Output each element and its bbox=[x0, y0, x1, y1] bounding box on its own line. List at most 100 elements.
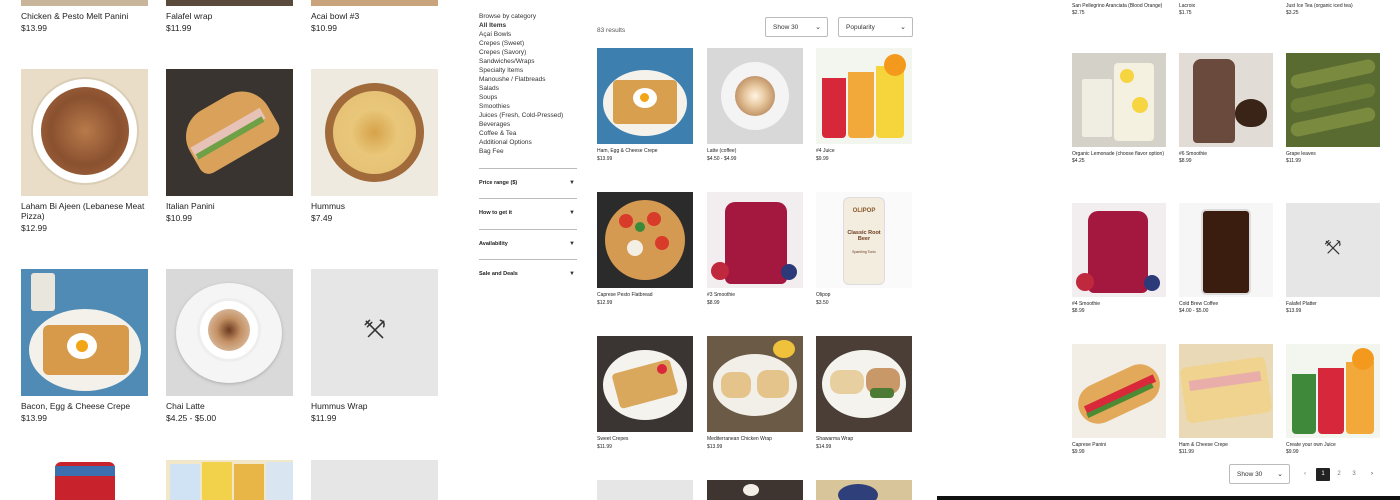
product-image[interactable] bbox=[1072, 203, 1166, 297]
product-name[interactable]: Caprese Pesto Flatbread bbox=[597, 292, 694, 298]
filter-price-range[interactable]: Price range ($) ▼ bbox=[479, 168, 577, 199]
category-item[interactable]: Coffee & Tea bbox=[479, 129, 577, 138]
product-name[interactable]: Shawarma Wrap bbox=[816, 436, 913, 442]
product-image[interactable] bbox=[21, 269, 148, 396]
product-card[interactable]: Falafel Platter $13.99 bbox=[1286, 203, 1381, 314]
product-name[interactable]: #4 Juice bbox=[816, 148, 913, 154]
category-item[interactable]: All Items bbox=[479, 21, 577, 30]
product-name[interactable]: Cold Brew Coffee bbox=[1179, 301, 1274, 307]
product-card[interactable] bbox=[597, 480, 694, 500]
product-card[interactable]: Grape leaves $11.99 bbox=[1286, 53, 1381, 164]
product-card[interactable]: Falafel wrap $11.99 bbox=[166, 0, 294, 33]
page-button-1[interactable]: 1 bbox=[1316, 468, 1330, 481]
category-item[interactable]: Açaí Bowls bbox=[479, 30, 577, 39]
product-name[interactable]: Acai bowl #3 bbox=[311, 11, 439, 21]
product-card[interactable]: Chai Latte $4.25 - $5.00 bbox=[166, 269, 294, 423]
category-item[interactable]: Crepes (Sweet) bbox=[479, 39, 577, 48]
page-button-3[interactable]: 3 bbox=[1347, 468, 1361, 481]
product-card[interactable]: Lacroix $1.75 bbox=[1179, 0, 1274, 16]
product-name[interactable]: Sweet Crepes bbox=[597, 436, 694, 442]
category-item[interactable]: Specialty Items bbox=[479, 66, 577, 75]
product-name[interactable]: Italian Panini bbox=[166, 201, 294, 211]
product-image[interactable] bbox=[311, 0, 438, 6]
product-name[interactable]: #6 Smoothie bbox=[1179, 151, 1274, 157]
product-name[interactable]: Mediterranean Chicken Wrap bbox=[707, 436, 804, 442]
product-card[interactable] bbox=[21, 460, 149, 500]
product-card[interactable]: OLIPOP Classic Root Beer Sparkling Tonic… bbox=[816, 192, 913, 306]
product-image[interactable] bbox=[311, 69, 438, 196]
product-name[interactable]: #3 Smoothie bbox=[707, 292, 804, 298]
product-image[interactable] bbox=[1179, 203, 1273, 297]
product-name[interactable]: San Pellegrino Aranciata (Blood Orange) bbox=[1072, 3, 1167, 9]
product-image[interactable] bbox=[166, 269, 293, 396]
filter-availability[interactable]: Availability ▼ bbox=[479, 229, 577, 260]
product-image[interactable] bbox=[707, 480, 803, 500]
product-card[interactable]: #4 Smoothie $8.99 bbox=[1072, 203, 1167, 314]
product-image[interactable] bbox=[707, 192, 803, 288]
show-per-page-select[interactable]: Show 30 ⌄ bbox=[765, 17, 828, 37]
product-image[interactable] bbox=[1072, 53, 1166, 147]
product-card[interactable] bbox=[707, 480, 804, 500]
product-name[interactable]: Chicken & Pesto Melt Panini bbox=[21, 11, 149, 21]
show-per-page-select[interactable]: Show 30 ⌄ bbox=[1229, 464, 1290, 484]
product-card[interactable]: #6 Smoothie $8.99 bbox=[1179, 53, 1274, 164]
product-image[interactable] bbox=[166, 460, 293, 500]
product-card[interactable]: Sweet Crepes $11.99 bbox=[597, 336, 694, 450]
product-name[interactable]: #4 Smoothie bbox=[1072, 301, 1167, 307]
product-card[interactable]: Ham & Cheese Crepe $11.99 bbox=[1179, 344, 1274, 455]
category-item[interactable]: Soups bbox=[479, 93, 577, 102]
category-item[interactable]: Sandwiches/Wraps bbox=[479, 57, 577, 66]
product-image[interactable] bbox=[597, 336, 693, 432]
category-item[interactable]: Juices (Fresh, Cold-Pressed) bbox=[479, 111, 577, 120]
product-image[interactable] bbox=[1179, 344, 1273, 438]
category-item[interactable]: Salads bbox=[479, 84, 577, 93]
category-item[interactable]: Bag Fee bbox=[479, 147, 577, 156]
product-name[interactable]: Just Ice Tea (organic iced tea) bbox=[1286, 3, 1381, 9]
product-card[interactable]: Mediterranean Chicken Wrap $13.99 bbox=[707, 336, 804, 450]
product-name[interactable]: Caprese Panini bbox=[1072, 442, 1167, 448]
product-image[interactable] bbox=[1286, 344, 1380, 438]
product-name[interactable]: Olipop bbox=[816, 292, 913, 298]
product-image[interactable] bbox=[1179, 53, 1273, 147]
sort-select[interactable]: Popularity ⌄ bbox=[838, 17, 913, 37]
product-name[interactable]: Falafel wrap bbox=[166, 11, 294, 21]
product-image[interactable] bbox=[21, 69, 148, 196]
category-item[interactable]: Additional Options bbox=[479, 138, 577, 147]
category-item[interactable]: Manoushe / Flatbreads bbox=[479, 75, 577, 84]
category-item[interactable]: Beverages bbox=[479, 120, 577, 129]
product-card[interactable]: Italian Panini $10.99 bbox=[166, 69, 294, 223]
product-image-placeholder[interactable] bbox=[597, 480, 693, 500]
product-image[interactable] bbox=[166, 0, 293, 6]
product-card[interactable]: Hummus Wrap $11.99 bbox=[311, 269, 439, 423]
product-image-placeholder[interactable] bbox=[311, 269, 438, 396]
product-image[interactable] bbox=[816, 480, 912, 500]
product-image[interactable] bbox=[816, 48, 912, 144]
product-card[interactable] bbox=[816, 480, 913, 500]
product-name[interactable]: Grape leaves bbox=[1286, 151, 1381, 157]
chevron-right-icon[interactable]: › bbox=[1365, 468, 1379, 481]
product-image-placeholder[interactable] bbox=[1286, 203, 1380, 297]
product-card[interactable]: Bacon, Egg & Cheese Crepe $13.99 bbox=[21, 269, 149, 423]
filter-how-to-get-it[interactable]: How to get it ▼ bbox=[479, 198, 577, 229]
product-card[interactable]: Organic Lemonade (choose flavor option) … bbox=[1072, 53, 1167, 164]
product-name[interactable]: Latte (coffee) bbox=[707, 148, 804, 154]
product-card[interactable]: Just Ice Tea (organic iced tea) $3.25 bbox=[1286, 0, 1381, 16]
category-item[interactable]: Crepes (Savory) bbox=[479, 48, 577, 57]
chevron-left-icon[interactable]: ‹ bbox=[1298, 468, 1312, 481]
product-card[interactable]: Chicken & Pesto Melt Panini $13.99 bbox=[21, 0, 149, 33]
product-name[interactable]: Laham Bi Ajeen (Lebanese Meat Pizza) bbox=[21, 201, 149, 221]
product-image[interactable] bbox=[707, 48, 803, 144]
product-card[interactable]: #4 Juice $9.99 bbox=[816, 48, 913, 162]
product-image[interactable] bbox=[597, 48, 693, 144]
product-name[interactable]: Ham & Cheese Crepe bbox=[1179, 442, 1274, 448]
product-card[interactable]: Shawarma Wrap $14.99 bbox=[816, 336, 913, 450]
product-card[interactable]: Cold Brew Coffee $4.00 - $5.00 bbox=[1179, 203, 1274, 314]
product-image[interactable] bbox=[707, 336, 803, 432]
product-name[interactable]: Lacroix bbox=[1179, 3, 1274, 9]
product-name[interactable]: Falafel Platter bbox=[1286, 301, 1381, 307]
product-name[interactable]: Hummus bbox=[311, 201, 439, 211]
product-image[interactable] bbox=[1286, 53, 1380, 147]
product-image-placeholder[interactable] bbox=[311, 460, 438, 500]
product-card[interactable]: Caprese Pesto Flatbread $12.99 bbox=[597, 192, 694, 306]
product-card[interactable]: Latte (coffee) $4.50 - $4.99 bbox=[707, 48, 804, 162]
